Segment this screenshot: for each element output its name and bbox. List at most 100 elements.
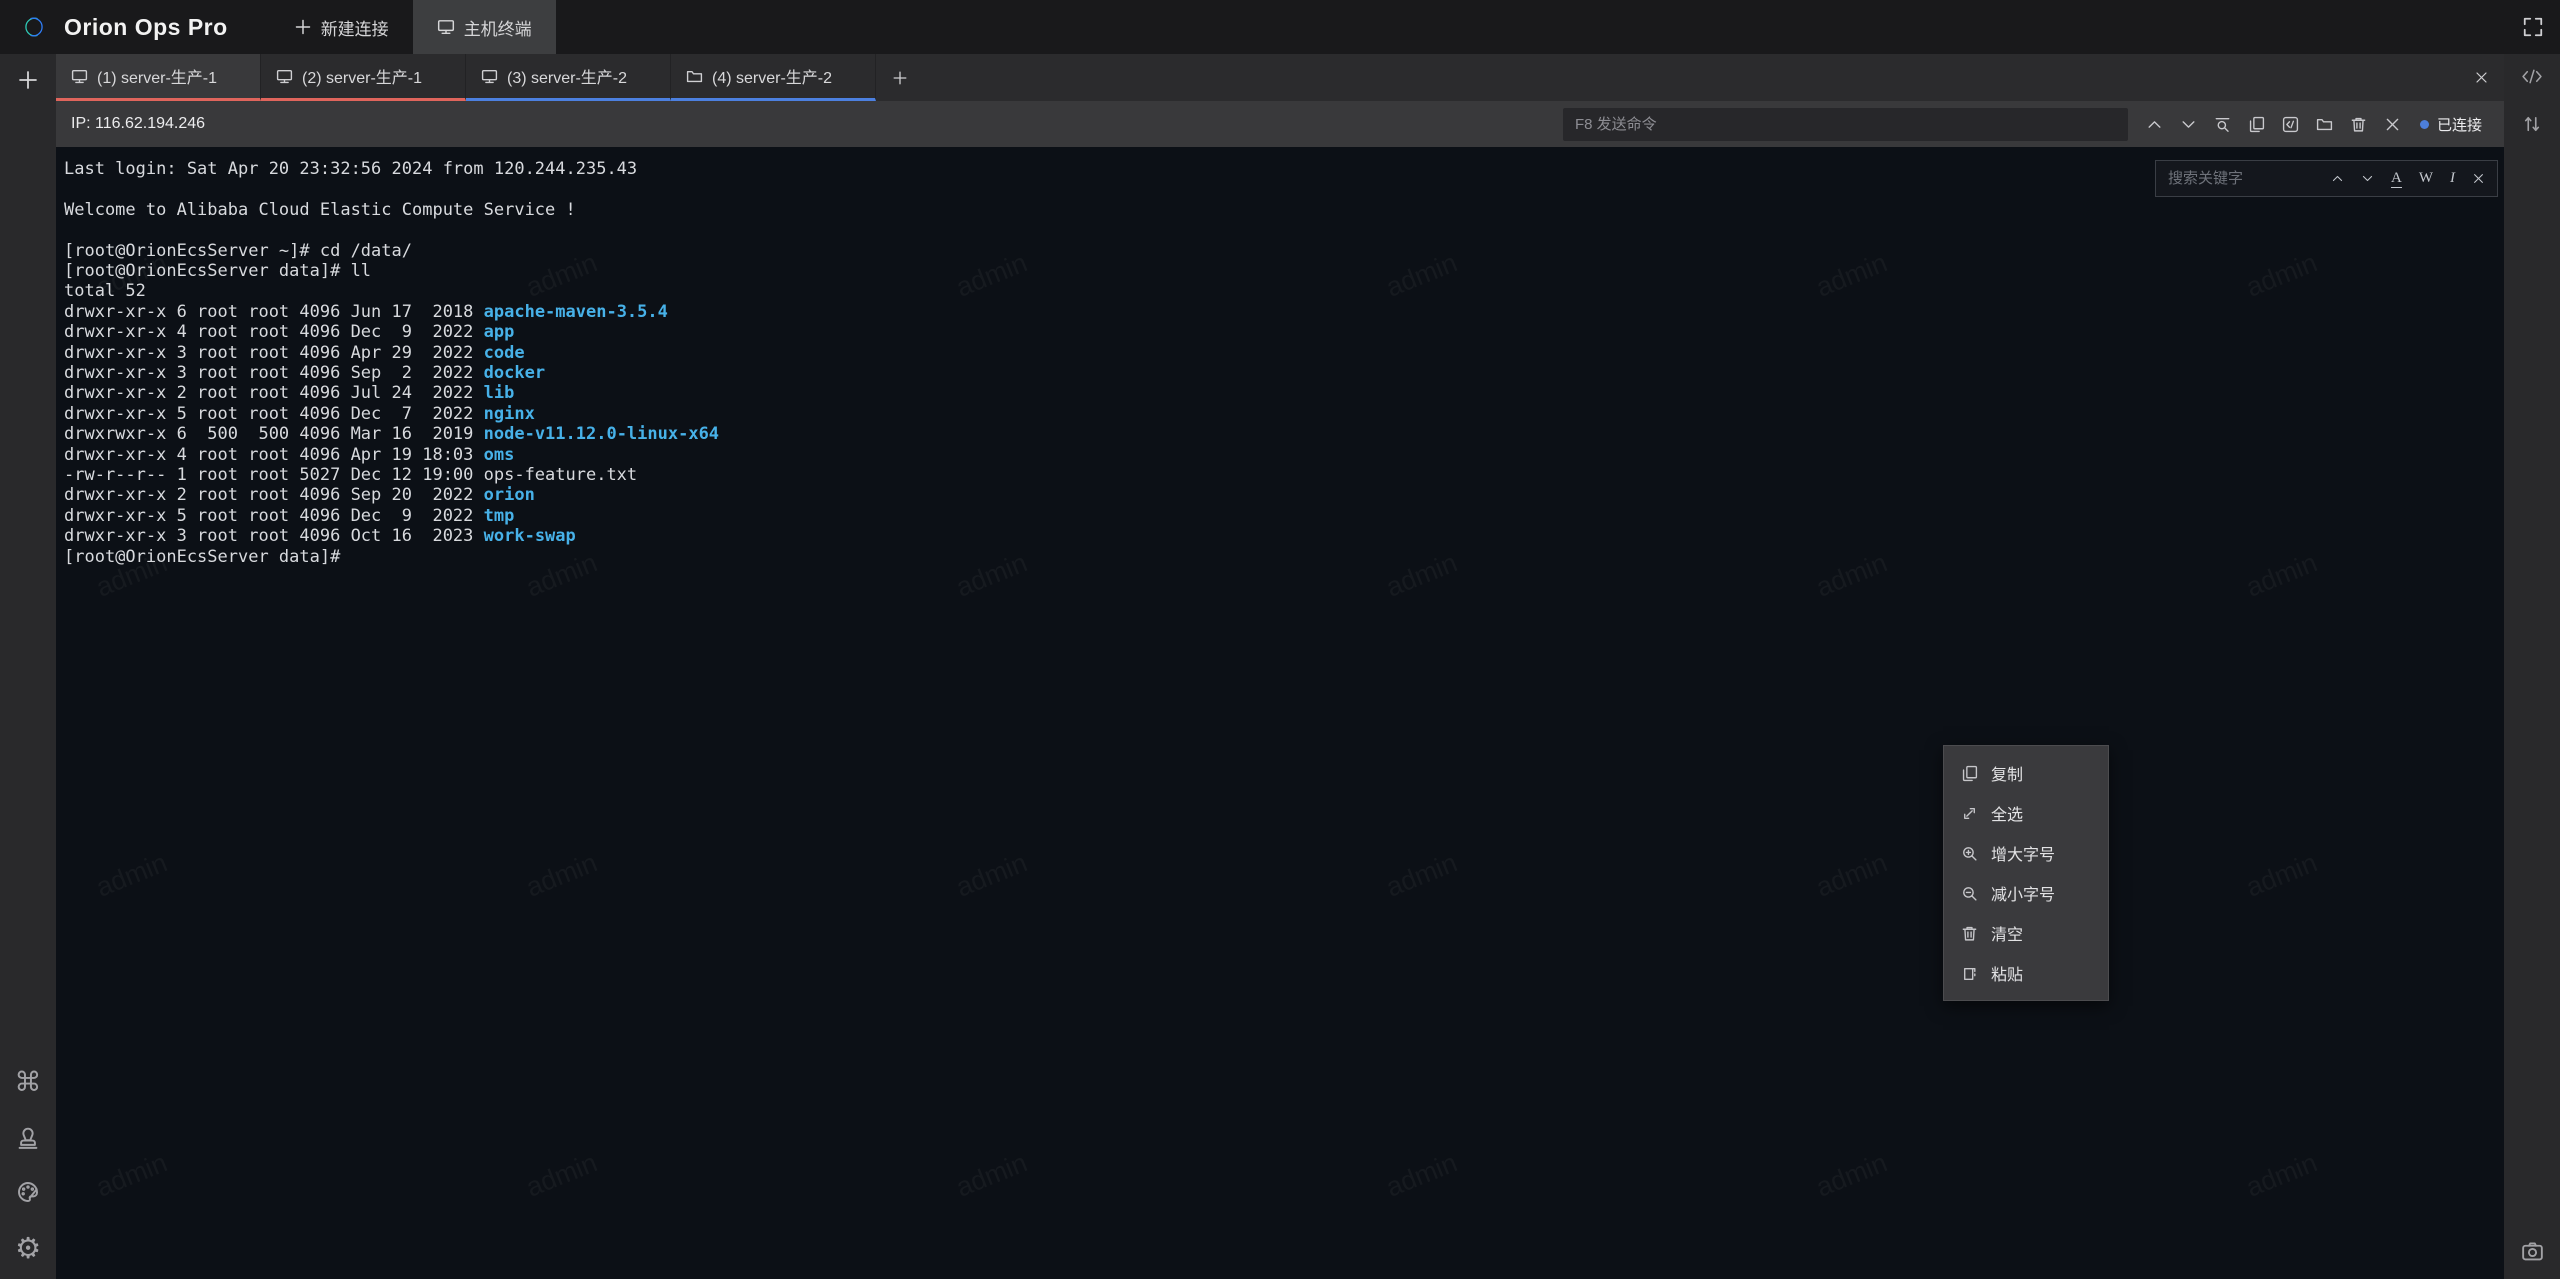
terminal-line: drwxrwxr-x 6 500 500 4096 Mar 16 2019 no… [64, 424, 2504, 444]
terminal-line: drwxr-xr-x 6 root root 4096 Jun 17 2018 … [64, 302, 2504, 322]
terminal-tab-strip: (1) server-生产-1 (2) server-生产-1 (3) server… [56, 54, 2504, 101]
new-connection-menu-item[interactable]: 新建连接 [270, 0, 413, 54]
context-menu-label: 粘贴 [1991, 961, 2023, 985]
command-snippet-button[interactable] [2274, 109, 2308, 139]
right-sidebar [2504, 54, 2560, 1279]
terminal-tab[interactable]: (1) server-生产-1 [56, 54, 261, 101]
context-menu-label: 清空 [1991, 921, 2023, 945]
code-snippets-icon[interactable] [2520, 67, 2544, 86]
monitor-icon [481, 68, 498, 85]
left-sidebar-bottom: ⌘ ⚙ [15, 1069, 42, 1279]
context-menu-item-zoom-in[interactable]: 增大字号 [1944, 833, 2108, 873]
stamp-icon[interactable] [16, 1126, 40, 1150]
monitor-icon [437, 18, 455, 36]
zoom-out-icon [1961, 885, 1978, 902]
send-command-input[interactable] [1563, 108, 2128, 141]
toolbar-buttons [2138, 109, 2410, 139]
upload-download-icon[interactable] [2522, 114, 2542, 134]
terminal-line: drwxr-xr-x 4 root root 4096 Dec 9 2022 a… [64, 322, 2504, 342]
terminal-screen[interactable]: Last login: Sat Apr 20 23:32:56 2024 fro… [56, 147, 2504, 1279]
match-case-button[interactable]: A [2391, 170, 2402, 188]
terminal-line: [root@OrionEcsServer ~]# cd /data/ [64, 241, 2504, 261]
context-menu-label: 复制 [1991, 761, 2023, 785]
terminal-line: drwxr-xr-x 5 root root 4096 Dec 9 2022 t… [64, 506, 2504, 526]
terminal-line: drwxr-xr-x 3 root root 4096 Sep 2 2022 d… [64, 363, 2504, 383]
host-terminal-menu-item[interactable]: 主机终端 [413, 0, 556, 54]
whole-word-button[interactable]: W [2419, 170, 2433, 187]
find-next-button[interactable] [2361, 172, 2374, 185]
context-menu-item-select-all[interactable]: 全选 [1944, 793, 2108, 833]
find-previous-button[interactable] [2331, 172, 2344, 185]
search-widget-buttons: A W I [2331, 170, 2485, 188]
terminal-line: total 52 [64, 281, 2504, 301]
copy-icon [1961, 765, 1978, 782]
monitor-icon [71, 68, 88, 85]
new-terminal-tab-button[interactable] [16, 68, 40, 92]
sftp-folder-button[interactable] [2308, 109, 2342, 139]
clear-button[interactable] [2342, 109, 2376, 139]
copy-button[interactable] [2240, 109, 2274, 139]
plus-icon [17, 69, 39, 91]
terminal-line [64, 179, 2504, 199]
top-menu: 新建连接 主机终端 [270, 0, 556, 54]
monitor-icon [276, 68, 293, 85]
close-icon [2474, 70, 2489, 85]
ip-address-label: IP: 116.62.194.246 [71, 115, 205, 133]
session-toolbar: IP: 116.62.194.246 已连接 [56, 101, 2504, 147]
terminal-line: Welcome to Alibaba Cloud Elastic Compute… [64, 200, 2504, 220]
terminal-line: drwxr-xr-x 3 root root 4096 Apr 29 2022 … [64, 343, 2504, 363]
terminal-search-widget: A W I [2155, 160, 2498, 197]
folder-icon [2316, 116, 2333, 133]
close-search-button[interactable] [2472, 172, 2485, 185]
add-tab-button[interactable] [876, 54, 924, 101]
context-menu-item-zoom-out[interactable]: 减小字号 [1944, 873, 2108, 913]
theme-palette-icon[interactable] [16, 1180, 40, 1204]
scroll-down-button[interactable] [2172, 109, 2206, 139]
terminal-context-menu: 复制全选增大字号减小字号清空粘贴 [1943, 745, 2109, 1001]
new-connection-label: 新建连接 [321, 15, 389, 40]
scroll-up-button[interactable] [2138, 109, 2172, 139]
regex-button[interactable]: I [2450, 170, 2455, 187]
terminal-line: drwxr-xr-x 5 root root 4096 Dec 7 2022 n… [64, 404, 2504, 424]
context-menu-label: 全选 [1991, 801, 2023, 825]
center-panel: (1) server-生产-1 (2) server-生产-1 (3) server… [56, 54, 2504, 1279]
trash-icon [2350, 116, 2367, 133]
tab-label: (3) server-生产-2 [507, 64, 627, 88]
plus-icon [892, 70, 908, 86]
left-sidebar: ⌘ ⚙ [0, 54, 56, 1279]
close-all-tabs-button[interactable] [2458, 54, 2504, 101]
right-sidebar-top [2520, 67, 2544, 134]
context-menu-item-paste[interactable]: 粘贴 [1944, 953, 2108, 993]
status-dot [2420, 120, 2429, 129]
fullscreen-icon[interactable] [2522, 16, 2544, 38]
terminal-tab[interactable]: (4) server-生产-2 [671, 54, 876, 101]
plus-icon [294, 18, 312, 36]
zoom-in-icon [1961, 845, 1978, 862]
top-bar: Orion Ops Pro 新建连接 主机终端 [0, 0, 2560, 54]
paste-icon [1961, 965, 1978, 982]
copy-icon [2248, 116, 2265, 133]
terminal-output: Last login: Sat Apr 20 23:32:56 2024 fro… [56, 147, 2504, 567]
terminal-tab[interactable]: (3) server-生产-2 [466, 54, 671, 101]
connection-status: 已连接 [2420, 114, 2482, 135]
trash-icon [1961, 925, 1978, 942]
terminal-tab[interactable]: (2) server-生产-1 [261, 54, 466, 101]
shortcuts-command-icon[interactable]: ⌘ [15, 1069, 42, 1096]
status-label: 已连接 [2437, 114, 2482, 135]
tab-label: (1) server-生产-1 [97, 64, 217, 88]
settings-gear-icon[interactable]: ⚙ [15, 1234, 41, 1263]
screenshot-camera-icon[interactable] [2521, 1240, 2544, 1263]
folder-icon [686, 68, 703, 85]
terminal-line: Last login: Sat Apr 20 23:32:56 2024 fro… [64, 159, 2504, 179]
disconnect-button[interactable] [2376, 109, 2410, 139]
context-menu-item-trash[interactable]: 清空 [1944, 913, 2108, 953]
search-keyword-input[interactable] [2168, 170, 2318, 187]
terminal-line: drwxr-xr-x 2 root root 4096 Jul 24 2022 … [64, 383, 2504, 403]
tab-label: (4) server-生产-2 [712, 64, 832, 88]
chevron-down-icon [2180, 116, 2197, 133]
search-icon [2214, 116, 2231, 133]
close-icon [2384, 116, 2401, 133]
tab-label: (2) server-生产-1 [302, 64, 422, 88]
search-button[interactable] [2206, 109, 2240, 139]
context-menu-item-copy[interactable]: 复制 [1944, 753, 2108, 793]
